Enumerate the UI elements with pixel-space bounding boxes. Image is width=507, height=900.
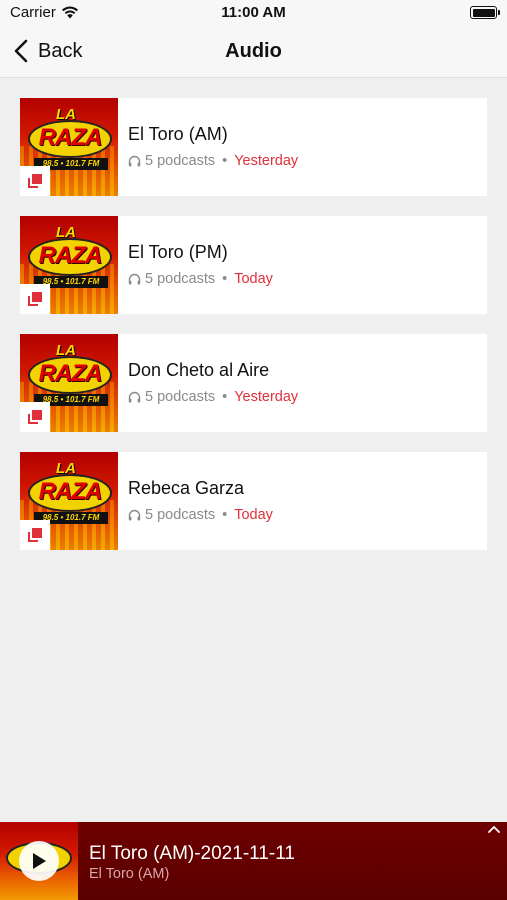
- stacked-squares-icon: [28, 174, 42, 188]
- podcast-badge: [20, 402, 50, 432]
- stacked-squares-icon: [28, 410, 42, 424]
- item-title: Rebeca Garza: [128, 478, 245, 498]
- podcast-list: LA RAZA 98.5 • 101.7 FM El Toro (AM) 5 p…: [20, 98, 487, 570]
- player-artwork: [0, 822, 78, 900]
- logo-la-text: LA: [56, 342, 76, 359]
- status-time: 11:00 AM: [221, 4, 286, 21]
- status-bar: Carrier 11:00 AM: [0, 0, 507, 26]
- station-logo-thumbnail: LA RAZA 98.5 • 101.7 FM: [20, 334, 118, 432]
- item-title: Don Cheto al Aire: [128, 360, 270, 380]
- logo-raza-text: RAZA: [38, 360, 103, 387]
- item-meta: 5 podcasts • Yesterday: [128, 389, 298, 405]
- separator-dot: •: [222, 507, 228, 523]
- item-title: El Toro (PM): [128, 242, 228, 262]
- logo-raza-text: RAZA: [38, 124, 103, 151]
- item-date: Today: [234, 507, 273, 523]
- chevron-up-icon[interactable]: [487, 824, 501, 834]
- list-item[interactable]: LA RAZA 98.5 • 101.7 FM El Toro (PM) 5 p…: [20, 216, 487, 314]
- logo-raza-text: RAZA: [38, 478, 103, 505]
- stacked-squares-icon: [28, 292, 42, 306]
- separator-dot: •: [222, 153, 228, 169]
- podcast-badge: [20, 520, 50, 550]
- mini-player[interactable]: El Toro (AM)-2021-11-11 El Toro (AM): [0, 822, 507, 900]
- item-title: El Toro (AM): [128, 124, 228, 144]
- list-item[interactable]: LA RAZA 98.5 • 101.7 FM El Toro (AM) 5 p…: [20, 98, 487, 196]
- separator-dot: •: [222, 271, 228, 287]
- station-logo-thumbnail: LA RAZA 98.5 • 101.7 FM: [20, 216, 118, 314]
- now-playing-subtitle: El Toro (AM): [89, 866, 170, 882]
- page-title: Audio: [225, 40, 282, 62]
- item-meta: 5 podcasts • Today: [128, 271, 273, 287]
- podcast-count: 5 podcasts: [145, 153, 216, 169]
- station-logo-thumbnail: LA RAZA 98.5 • 101.7 FM: [20, 452, 118, 550]
- list-item[interactable]: LA RAZA 98.5 • 101.7 FM Rebeca Garza 5 p…: [20, 452, 487, 550]
- item-meta: 5 podcasts • Yesterday: [128, 153, 298, 169]
- headphones-icon: [128, 273, 141, 285]
- item-meta: 5 podcasts • Today: [128, 507, 273, 523]
- list-item[interactable]: LA RAZA 98.5 • 101.7 FM Don Cheto al Air…: [20, 334, 487, 432]
- station-logo-thumbnail: LA RAZA 98.5 • 101.7 FM: [20, 98, 118, 196]
- logo-raza-text: RAZA: [38, 242, 103, 269]
- podcast-badge: [20, 284, 50, 314]
- headphones-icon: [128, 391, 141, 403]
- item-date: Yesterday: [234, 153, 299, 169]
- play-icon: [33, 853, 46, 869]
- separator-dot: •: [222, 389, 228, 405]
- stacked-squares-icon: [28, 528, 42, 542]
- battery-icon: [470, 6, 500, 19]
- item-date: Yesterday: [234, 389, 299, 405]
- podcast-count: 5 podcasts: [145, 389, 216, 405]
- play-button[interactable]: [19, 841, 59, 881]
- headphones-icon: [128, 509, 141, 521]
- logo-la-text: LA: [56, 106, 76, 123]
- podcast-badge: [20, 166, 50, 196]
- logo-la-text: LA: [56, 224, 76, 241]
- podcast-count: 5 podcasts: [145, 507, 216, 523]
- logo-la-text: LA: [56, 460, 76, 477]
- now-playing-title: El Toro (AM)-2021-11-11: [89, 843, 295, 864]
- headphones-icon: [128, 155, 141, 167]
- podcast-count: 5 podcasts: [145, 271, 216, 287]
- navigation-bar: Back Audio: [0, 26, 507, 78]
- item-date: Today: [234, 271, 273, 287]
